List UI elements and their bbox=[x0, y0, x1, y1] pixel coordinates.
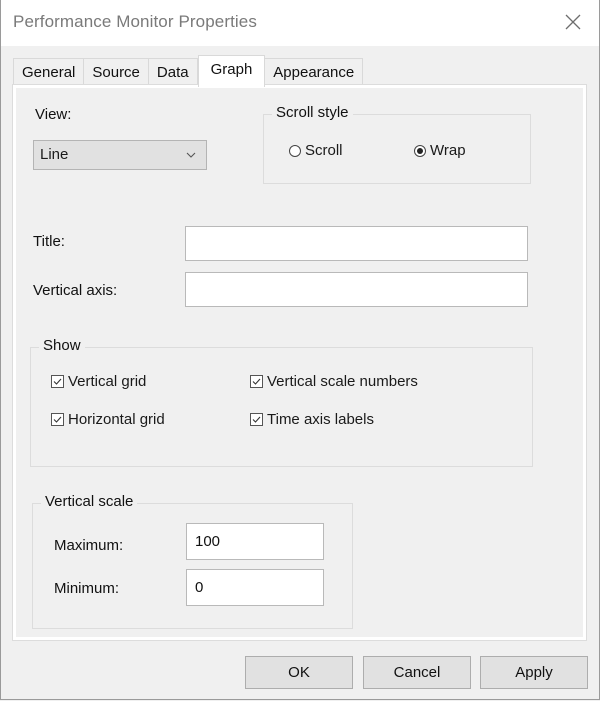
vertical-scale-legend: Vertical scale bbox=[41, 493, 138, 510]
tab-data[interactable]: Data bbox=[148, 58, 198, 87]
maximum-input[interactable] bbox=[186, 523, 324, 560]
tab-strip: General Source Data Graph Appearance bbox=[13, 55, 364, 87]
show-legend: Show bbox=[39, 337, 85, 354]
horizontal-grid-checkbox[interactable]: Horizontal grid bbox=[51, 411, 165, 428]
close-icon bbox=[565, 14, 581, 30]
minimum-input[interactable] bbox=[186, 569, 324, 606]
scroll-radio[interactable]: Scroll bbox=[289, 142, 343, 159]
view-label: View: bbox=[35, 106, 72, 123]
time-axis-labels-checkbox[interactable]: Time axis labels bbox=[250, 411, 374, 428]
checkbox-checked-icon bbox=[250, 375, 263, 388]
scroll-radio-label: Scroll bbox=[305, 142, 343, 159]
wrap-radio[interactable]: Wrap bbox=[414, 142, 466, 159]
show-group: Show bbox=[30, 337, 533, 467]
vertical-scale-group: Vertical scale bbox=[32, 493, 353, 629]
checkbox-checked-icon bbox=[51, 413, 64, 426]
scroll-style-legend: Scroll style bbox=[272, 104, 353, 121]
cancel-button[interactable]: Cancel bbox=[363, 656, 471, 689]
tab-graph[interactable]: Graph bbox=[197, 55, 266, 87]
chevron-down-icon bbox=[186, 141, 196, 180]
checkbox-checked-icon bbox=[51, 375, 64, 388]
checkbox-checked-icon bbox=[250, 413, 263, 426]
vertical-grid-label: Vertical grid bbox=[68, 373, 147, 390]
tab-source[interactable]: Source bbox=[84, 58, 149, 87]
title-label: Title: bbox=[33, 233, 65, 250]
tab-appearance[interactable]: Appearance bbox=[265, 58, 364, 87]
title-bar: Performance Monitor Properties bbox=[1, 0, 599, 46]
maximum-label: Maximum: bbox=[54, 537, 124, 554]
vertical-grid-checkbox[interactable]: Vertical grid bbox=[51, 373, 146, 390]
radio-selected-icon bbox=[414, 144, 426, 157]
minimum-label: Minimum: bbox=[54, 580, 120, 597]
horizontal-grid-label: Horizontal grid bbox=[68, 411, 165, 428]
vertical-axis-label: Vertical axis: bbox=[33, 282, 118, 299]
vertical-axis-input[interactable] bbox=[185, 272, 528, 307]
tab-general[interactable]: General bbox=[13, 58, 85, 87]
ok-button[interactable]: OK bbox=[245, 656, 353, 689]
title-input[interactable] bbox=[185, 226, 528, 261]
apply-button[interactable]: Apply bbox=[480, 656, 588, 689]
view-dropdown-value: Line bbox=[40, 146, 69, 163]
view-dropdown[interactable]: Line bbox=[33, 140, 207, 170]
window-title: Performance Monitor Properties bbox=[13, 12, 257, 31]
wrap-radio-label: Wrap bbox=[430, 142, 466, 159]
close-button[interactable] bbox=[557, 6, 589, 38]
time-axis-labels-label: Time axis labels bbox=[267, 411, 374, 428]
vertical-scale-numbers-checkbox[interactable]: Vertical scale numbers bbox=[250, 373, 418, 390]
vertical-scale-numbers-label: Vertical scale numbers bbox=[267, 373, 418, 390]
radio-unselected-icon bbox=[289, 144, 301, 157]
properties-dialog: Performance Monitor Properties General S… bbox=[0, 0, 600, 700]
